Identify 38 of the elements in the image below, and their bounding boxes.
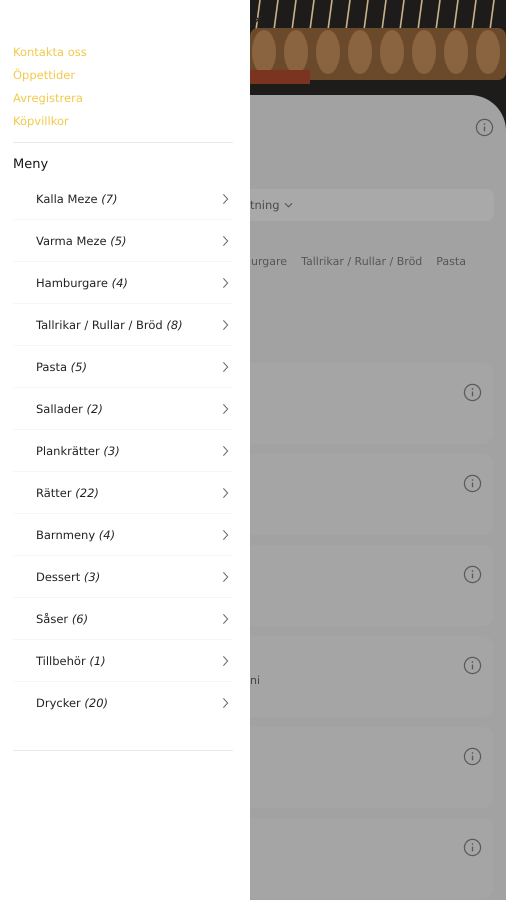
menu-item[interactable]: Kalla Meze (7) [13, 178, 233, 220]
chevron-right-icon [222, 360, 229, 372]
chevron-right-icon [222, 612, 229, 624]
menu-item[interactable]: Pasta (5) [13, 346, 233, 388]
chevron-right-icon [222, 234, 229, 246]
chevron-right-icon [222, 486, 229, 498]
chevron-right-icon [222, 654, 229, 666]
chevron-right-icon [222, 570, 229, 582]
menu-item[interactable]: Rätter (22) [13, 472, 233, 514]
menu-item[interactable]: Plankrätter (3) [13, 430, 233, 472]
menu-item[interactable]: Sallader (2) [13, 388, 233, 430]
chevron-right-icon [222, 528, 229, 540]
menu-item[interactable]: Tillbehör (1) [13, 640, 233, 682]
menu-item[interactable]: Tallrikar / Rullar / Bröd (8) [13, 304, 233, 346]
sort-dropdown[interactable]: tning [250, 189, 494, 221]
chevron-right-icon [222, 276, 229, 288]
menu-item[interactable]: Hamburgare (4) [13, 262, 233, 304]
close-icon[interactable] [254, 15, 263, 24]
chevron-down-icon [284, 202, 293, 208]
section-title: Meny [13, 157, 50, 172]
chevron-right-icon [222, 444, 229, 456]
menu-item[interactable]: Dessert (3) [13, 556, 233, 598]
chevron-right-icon [222, 318, 229, 330]
chevron-right-icon [222, 697, 229, 709]
info-icon[interactable] [463, 383, 482, 402]
menu-item[interactable]: Drycker (20) [13, 682, 233, 724]
info-icon[interactable] [463, 656, 482, 675]
card-text: ni [250, 674, 260, 687]
info-icon[interactable] [463, 747, 482, 766]
menu-item[interactable]: Barnmeny (4) [13, 514, 233, 556]
menu-item[interactable]: Såser (6) [13, 598, 233, 640]
info-icon[interactable] [475, 118, 494, 136]
info-icon[interactable] [463, 565, 482, 584]
info-icon[interactable] [463, 474, 482, 493]
chevron-right-icon [222, 192, 229, 204]
menu-item[interactable]: Varma Meze (5) [13, 220, 233, 262]
info-icon[interactable] [463, 838, 482, 857]
chevron-right-icon [222, 402, 229, 414]
